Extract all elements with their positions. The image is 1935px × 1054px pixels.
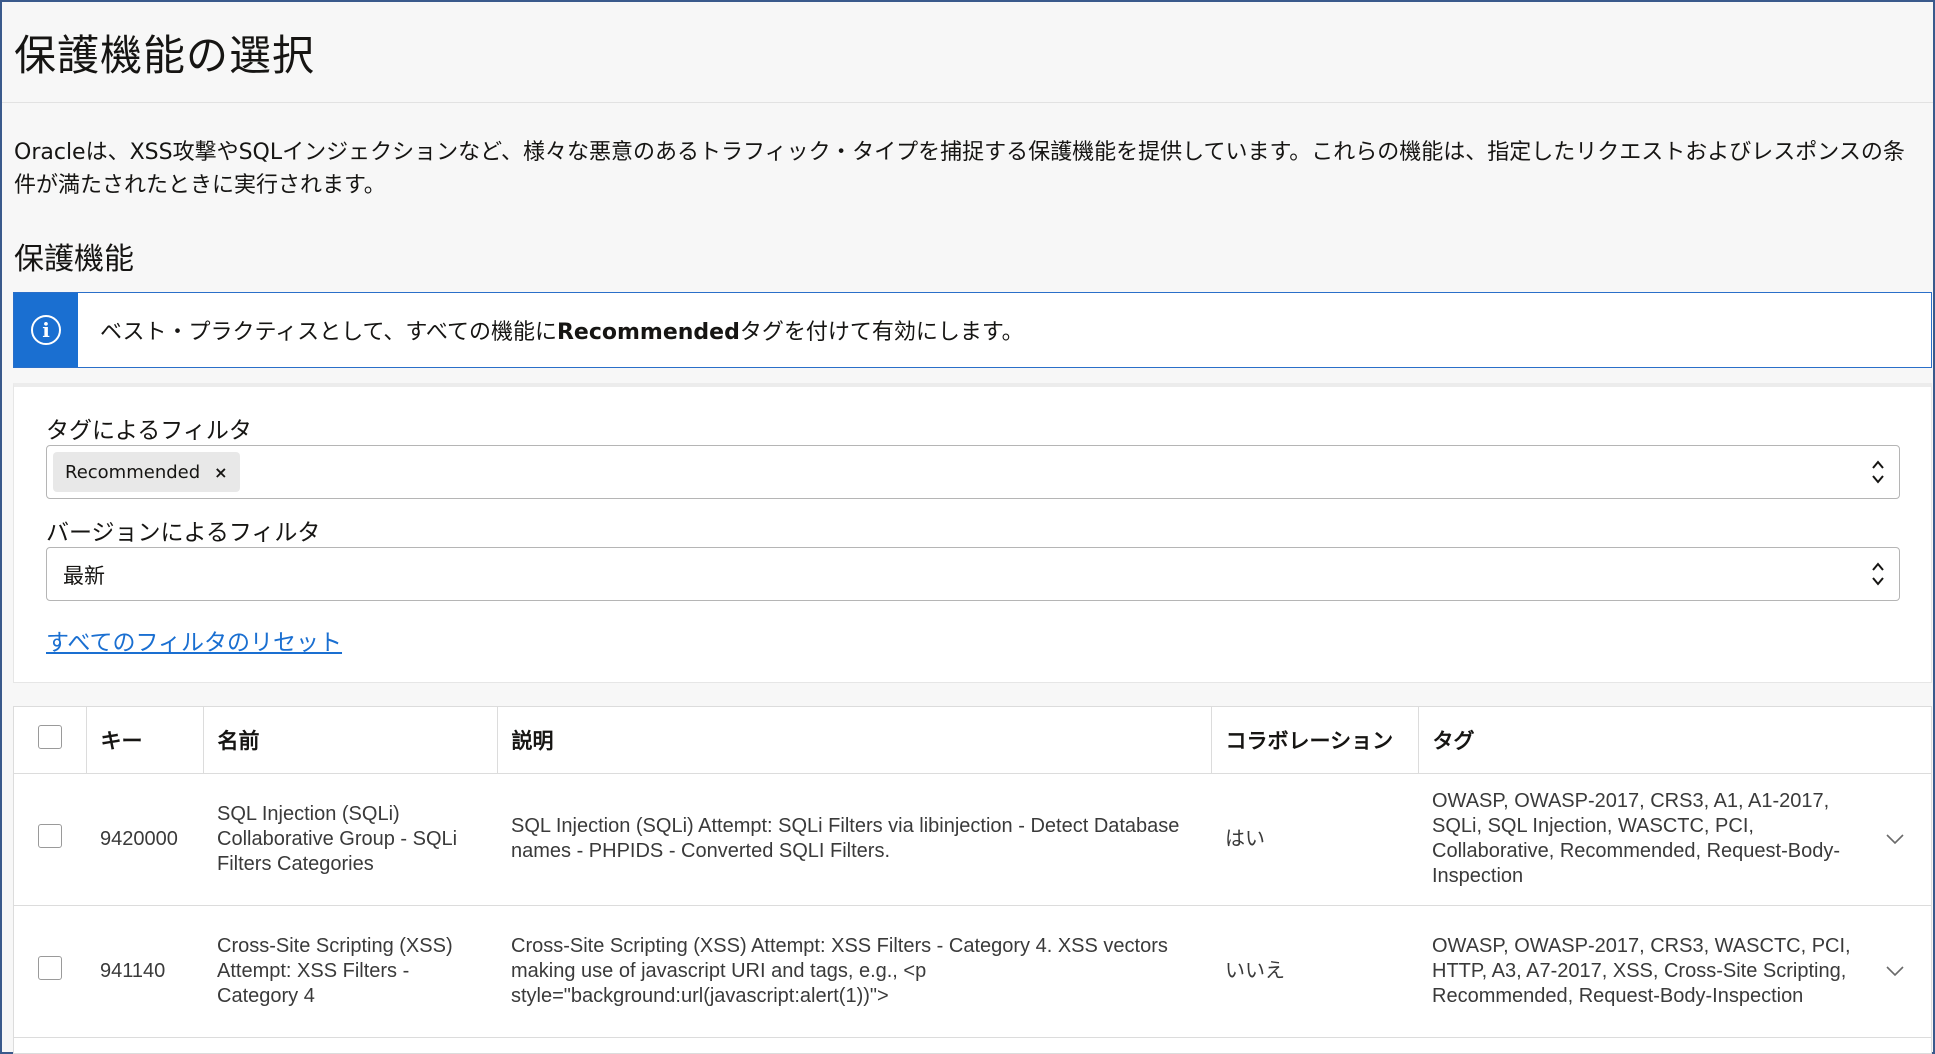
protection-table: キー 名前 説明 コラボレーション タグ 9420000 SQL Injecti… [13, 706, 1932, 1054]
row-select-cell [14, 773, 86, 906]
info-icon: i [31, 315, 61, 345]
tag-chip: Recommended × [53, 452, 240, 492]
cell-description: SQL Injection (SQLi) Attempt: SQLi Filte… [497, 773, 1211, 906]
header-key[interactable]: キー [86, 707, 204, 774]
chip-remove-icon[interactable]: × [214, 463, 227, 482]
row-checkbox[interactable] [38, 955, 62, 980]
page-title: 保護機能の選択 [14, 31, 316, 80]
table-header-row: キー 名前 説明 コラボレーション タグ [14, 707, 1931, 774]
header-correlation[interactable]: コラボレーション [1211, 707, 1419, 774]
chevron-down-icon[interactable] [1885, 961, 1905, 981]
cell-correlation: いいえ [1211, 905, 1418, 1038]
intro-text: Oracleは、XSS攻撃やSQLインジェクションなど、様々な悪意のあるトラフィ… [14, 140, 1905, 198]
cell-tags: OWASP, OWASP-2017, CRS3, A1, A1-2017, SQ… [1418, 773, 1931, 906]
row-checkbox[interactable] [38, 823, 62, 848]
info-text-before: ベスト・プラクティスとして、すべての機能に [100, 320, 557, 345]
cell-description: Cross-Site Scripting (XSS) Attempt: XSS … [497, 905, 1211, 1038]
cell-tags: OWASP, OWASP-2017, CRS3, WASCTC, PCI, HT… [1418, 905, 1931, 1038]
header-description[interactable]: 説明 [497, 707, 1212, 774]
cell-tags-text: OWASP, OWASP-2017, CRS3, A1, A1-2017, SQ… [1432, 790, 1840, 887]
cell-name: SQL Injection (SQLi) Collaborative Group… [203, 773, 497, 906]
tag-chip-label: Recommended [65, 461, 201, 483]
table-row: 941140 Cross-Site Scripting (XSS) Attemp… [14, 905, 1931, 1038]
version-filter-value: 最新 [63, 564, 105, 588]
cell-key: 941140 [86, 905, 203, 1038]
header-select-all [14, 707, 87, 774]
header-tags[interactable]: タグ [1418, 707, 1931, 774]
info-banner: i ベスト・プラクティスとして、すべての機能にRecommendedタグを付けて… [13, 292, 1932, 368]
chevron-updown-icon [1872, 460, 1884, 484]
chevron-down-icon[interactable] [1885, 829, 1905, 849]
cell-correlation: はい [1211, 773, 1418, 906]
version-filter-select[interactable]: 最新 [46, 547, 1900, 601]
cell-tags-text: OWASP, OWASP-2017, CRS3, WASCTC, PCI, HT… [1432, 934, 1851, 1007]
tag-filter-label: タグによるフィルタ [46, 418, 252, 444]
info-text-after: タグを付けて有効にします。 [739, 320, 1024, 345]
chevron-updown-icon [1872, 562, 1884, 586]
select-all-checkbox[interactable] [37, 725, 62, 750]
row-select-cell [14, 905, 86, 1038]
cell-key: 9420000 [86, 773, 203, 906]
info-text: ベスト・プラクティスとして、すべての機能にRecommendedタグを付けて有効… [100, 314, 1024, 346]
info-text-bold: Recommended [556, 320, 740, 345]
reset-filters-link[interactable]: すべてのフィルタのリセット [46, 623, 342, 657]
title-divider [2, 102, 1933, 103]
tag-filter-select[interactable]: Recommended × [46, 445, 1900, 499]
section-title: 保護機能 [14, 242, 134, 277]
info-strip: i [14, 293, 78, 367]
cell-name: Cross-Site Scripting (XSS) Attempt: XSS … [203, 905, 497, 1038]
filter-panel: タグによるフィルタ Recommended × バージョンによるフィルタ 最新 … [13, 383, 1932, 683]
table-row: 9420000 SQL Injection (SQLi) Collaborati… [14, 773, 1931, 906]
version-filter-label: バージョンによるフィルタ [46, 520, 321, 546]
header-name[interactable]: 名前 [203, 707, 498, 774]
